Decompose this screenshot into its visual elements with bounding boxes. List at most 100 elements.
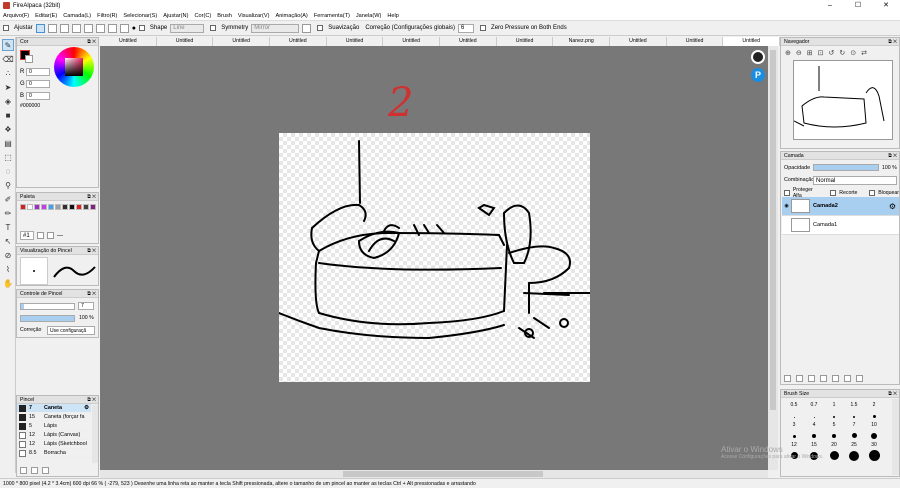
panel-dock-icon[interactable]: ⧉ ✕ [87, 247, 96, 255]
rotate-reset-icon[interactable]: ⊙ [850, 49, 856, 57]
tab-7[interactable]: Untitled [496, 37, 554, 46]
menu-ajustar[interactable]: Ajustar(N) [163, 13, 188, 19]
palette-add-icon[interactable] [37, 232, 44, 239]
symmetry-checkbox[interactable] [210, 25, 217, 31]
maximize-button[interactable]: ☐ [844, 0, 872, 11]
brush-duplicate-icon[interactable] [31, 467, 38, 474]
close-button[interactable]: ✕ [872, 0, 900, 11]
hand-tool-icon[interactable]: ✋ [2, 277, 14, 289]
menu-editar[interactable]: Editar(E) [35, 13, 57, 19]
snap-parallel-icon[interactable] [47, 23, 57, 33]
menu-help[interactable]: Help [387, 13, 399, 19]
navigator-preview[interactable] [793, 60, 893, 140]
r-input[interactable]: 0 [26, 68, 50, 76]
g-input[interactable]: 0 [26, 80, 50, 88]
palette-swatch[interactable] [55, 204, 61, 210]
layer-row-camada2[interactable]: ◉ Camada2 ⚙ [782, 197, 899, 216]
divide-tool-icon[interactable]: ⊘ [2, 249, 14, 261]
fill-tool-icon[interactable]: ■ [2, 109, 14, 121]
brush-list-scrollbar[interactable] [92, 405, 98, 463]
tab-0[interactable]: Untitled [100, 37, 157, 46]
menu-arquivo[interactable]: Arquivo(F) [3, 13, 29, 19]
dot-tool-icon[interactable]: ∴ [2, 67, 14, 79]
brush-size-dot[interactable] [851, 433, 857, 438]
brush-opacity-slider[interactable] [20, 315, 75, 322]
panel-dock-icon[interactable]: ⧉ ✕ [888, 390, 897, 398]
brush-add-icon[interactable] [20, 467, 27, 474]
palette-swatch[interactable] [34, 204, 40, 210]
panel-dock-icon[interactable]: ⧉ ✕ [888, 152, 897, 160]
blend-mode-select[interactable]: Normal [813, 176, 897, 185]
palette-swatch[interactable] [83, 204, 89, 210]
brush-size-dot[interactable] [792, 434, 796, 438]
select-tool-icon[interactable]: ⬚ [2, 151, 14, 163]
minimize-button[interactable]: – [816, 0, 844, 11]
palette-swatch[interactable] [41, 204, 47, 210]
operation-tool-icon[interactable]: ↖ [2, 235, 14, 247]
palette-remove-icon[interactable]: — [57, 233, 63, 239]
layer-opacity-slider[interactable] [813, 164, 879, 171]
panel-dock-icon[interactable]: ⧉ ✕ [888, 38, 897, 46]
panel-dock-icon[interactable]: ⧉ ✕ [87, 38, 96, 46]
brush-size-dot[interactable] [793, 416, 795, 418]
gradient-tool-icon[interactable]: ▤ [2, 137, 14, 149]
brush-size-input[interactable]: 7 [78, 302, 94, 310]
snap-circle-icon[interactable] [83, 23, 93, 33]
brush-item-borracha[interactable]: 8.5 Borracha [17, 449, 91, 458]
snap-off-icon[interactable] [35, 23, 45, 33]
secondary-color-swatch[interactable] [25, 55, 33, 63]
brush-size-dot[interactable] [868, 450, 880, 461]
tab-3[interactable]: Untitled [270, 37, 327, 46]
text-tool-icon[interactable]: T [2, 221, 14, 233]
palette-swatches[interactable] [20, 204, 97, 212]
eyedropper-icon[interactable]: ⌇ [2, 263, 14, 275]
lasso-fill-icon[interactable]: ❖ [2, 123, 14, 135]
brush-size-dot[interactable] [813, 416, 815, 418]
tab-10[interactable]: Untitled [666, 37, 724, 46]
tab-5[interactable]: Untitled [383, 37, 441, 46]
merge-down-icon[interactable] [844, 375, 851, 382]
snap-vanishing-icon[interactable] [107, 23, 117, 33]
snap-dot-icon[interactable]: ● [132, 25, 136, 32]
zero-pressure-checkbox[interactable] [480, 25, 487, 31]
menu-selecionar[interactable]: Selecionar(S) [123, 13, 157, 19]
brush-size-dot[interactable] [812, 433, 816, 438]
tab-4[interactable]: Untitled [326, 37, 384, 46]
visibility-icon[interactable]: ◉ [782, 203, 791, 209]
penguin-icon[interactable] [751, 50, 765, 64]
lock-checkbox[interactable] [869, 190, 876, 196]
vertical-scrollbar[interactable] [768, 46, 778, 470]
gear-icon[interactable]: ⚙ [84, 404, 89, 413]
zoom-reset-icon[interactable]: ⊡ [818, 49, 824, 57]
zoom-out-icon[interactable]: ⊖ [796, 49, 802, 57]
b-input[interactable]: 0 [26, 92, 50, 100]
eraser-tool-icon[interactable]: ⌫ [2, 53, 14, 65]
lasso-tool-icon[interactable]: ◌ [2, 165, 14, 177]
menu-cor[interactable]: Cor(C) [194, 13, 211, 19]
brush-size-dot[interactable] [849, 450, 859, 461]
snap-cross-icon[interactable] [59, 23, 69, 33]
tab-11[interactable]: Untitled [723, 37, 781, 46]
color-wheel[interactable] [54, 47, 94, 87]
pixiv-icon[interactable]: P [751, 68, 765, 82]
palette-swatch[interactable] [90, 204, 96, 210]
menu-janela[interactable]: Janela(W) [356, 13, 382, 19]
ajustar-checkbox[interactable] [3, 25, 9, 31]
brush-size-dot[interactable] [833, 415, 835, 418]
delete-layer-icon[interactable] [856, 375, 863, 382]
brush-size-dot[interactable] [853, 415, 855, 418]
snap-settings-icon[interactable] [119, 23, 129, 33]
menu-ferramenta[interactable]: Ferramenta(T) [314, 13, 350, 19]
symmetry-settings-icon[interactable] [302, 23, 312, 33]
palette-delete-icon[interactable] [47, 232, 54, 239]
rotate-right-icon[interactable]: ↻ [839, 49, 845, 57]
brush-size-dot[interactable] [872, 414, 876, 418]
magic-wand-icon[interactable]: ⚲ [2, 179, 14, 191]
suavizacao-checkbox[interactable] [317, 25, 324, 31]
panel-dock-icon[interactable]: ⧉ ✕ [87, 396, 96, 404]
rotate-left-icon[interactable]: ↺ [829, 49, 835, 57]
symmetry-select[interactable]: Mirror [251, 23, 300, 33]
shape-checkbox[interactable] [138, 25, 145, 31]
palette-page-select[interactable]: #1 [20, 231, 34, 240]
select-pen-icon[interactable]: ✐ [2, 193, 14, 205]
